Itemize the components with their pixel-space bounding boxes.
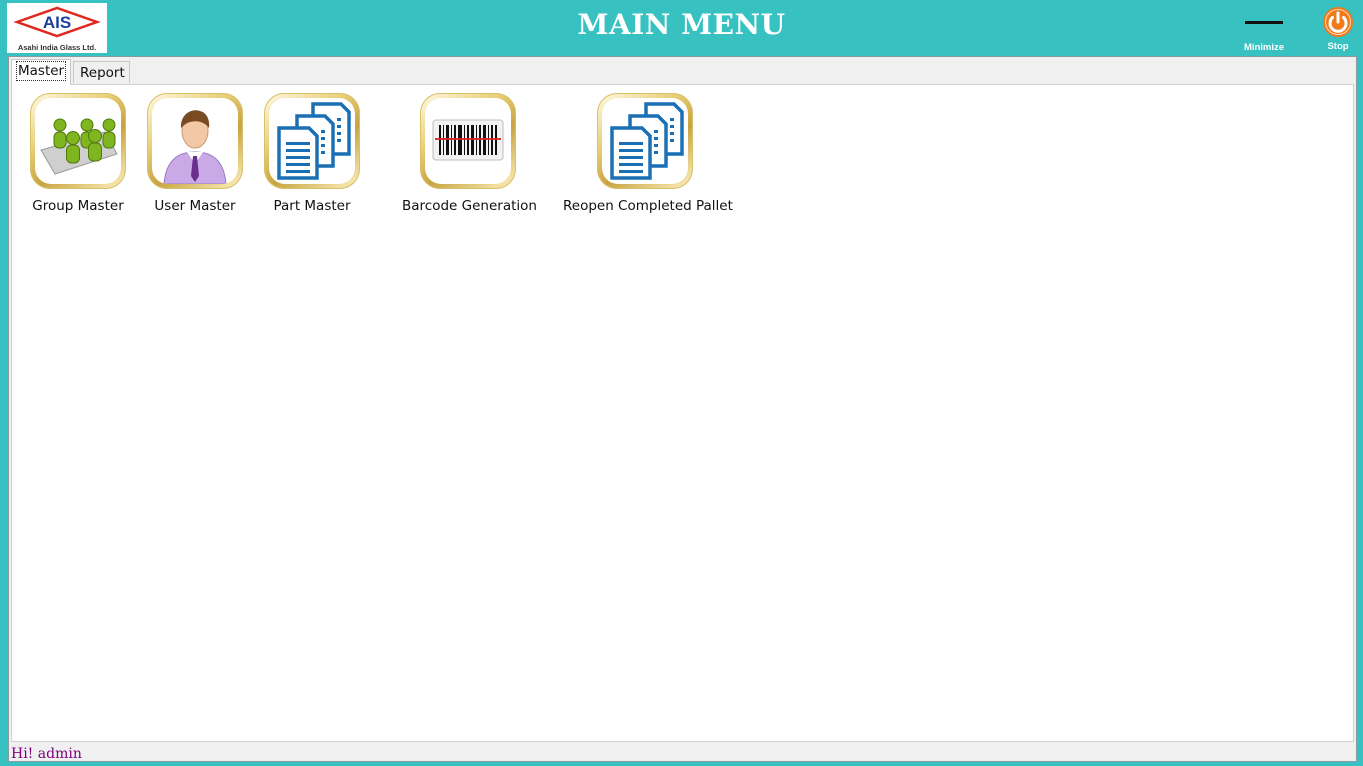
tile-frame: [264, 93, 360, 189]
reopen-completed-pallet-label: Reopen Completed Pallet: [563, 198, 733, 214]
tile-frame: [420, 93, 516, 189]
status-bar: Hi! admin: [11, 743, 1354, 762]
part-master-button[interactable]: Part Master: [264, 93, 360, 214]
stop-label: Stop: [1327, 41, 1349, 52]
user-greeting: Hi! admin: [11, 746, 82, 762]
documents-icon: [277, 102, 351, 180]
tab-report[interactable]: Report: [73, 61, 130, 83]
barcode-generation-button[interactable]: Barcode Generation: [402, 93, 537, 214]
company-logo: AIS Asahi India Glass Ltd.: [7, 3, 107, 53]
tab-master[interactable]: Master: [11, 59, 71, 85]
group-people-icon: [40, 118, 118, 175]
logo-caption: Asahi India Glass Ltd.: [17, 43, 97, 52]
main-window: Master Report Group Master User Master P…: [8, 56, 1357, 762]
tile-frame: [30, 93, 126, 189]
tile-frame: [597, 93, 693, 189]
tab-report-label: Report: [80, 65, 125, 81]
master-tab-panel: Group Master User Master Part Master Bar…: [11, 84, 1354, 742]
tab-master-label: Master: [15, 61, 67, 81]
user-master-button[interactable]: User Master: [147, 93, 243, 214]
part-master-label: Part Master: [273, 198, 351, 214]
minimize-label: Minimize: [1243, 42, 1285, 53]
tile-frame: [147, 93, 243, 189]
barcode-icon: [432, 119, 504, 161]
group-master-button[interactable]: Group Master: [30, 93, 126, 214]
user-master-label: User Master: [154, 198, 236, 214]
reopen-completed-pallet-button[interactable]: Reopen Completed Pallet: [563, 93, 733, 214]
title-bar: AIS Asahi India Glass Ltd. MAIN MENU Min…: [0, 0, 1363, 56]
svg-text:AIS: AIS: [43, 13, 71, 32]
group-master-label: Group Master: [32, 198, 124, 214]
minimize-button[interactable]: Minimize: [1236, 4, 1292, 53]
minimize-icon: [1245, 21, 1283, 24]
stop-button[interactable]: Stop: [1318, 4, 1358, 52]
barcode-generation-label: Barcode Generation: [402, 198, 537, 214]
power-icon: [1323, 7, 1353, 37]
page-title: MAIN MENU: [577, 8, 786, 41]
documents-icon: [610, 102, 684, 180]
user-icon: [163, 110, 227, 184]
